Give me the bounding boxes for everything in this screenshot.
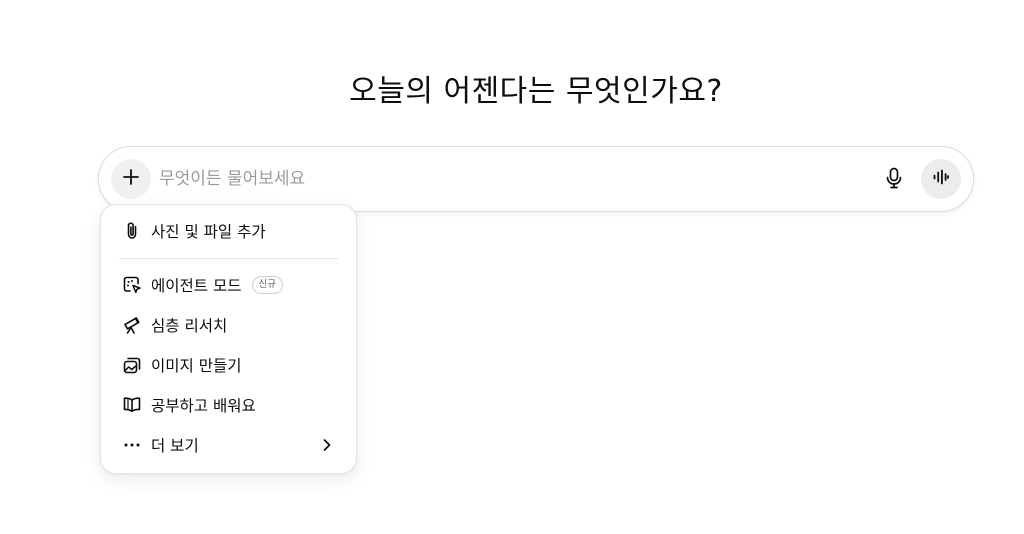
menu-item-study-and-learn[interactable]: 공부하고 배워요 [107, 385, 350, 425]
attach-menu: 사진 및 파일 추가 에이전트 모드 신규 심층 리서치 이미지 만들기 공부하… [100, 204, 357, 474]
menu-item-add-photos-files[interactable]: 사진 및 파일 추가 [107, 211, 350, 251]
attach-button[interactable] [111, 159, 151, 199]
menu-item-deep-research[interactable]: 심층 리서치 [107, 305, 350, 345]
prompt-input[interactable] [159, 163, 799, 195]
paperclip-icon [121, 220, 143, 242]
menu-item-more[interactable]: 더 보기 [107, 425, 350, 465]
menu-item-label: 이미지 만들기 [151, 357, 242, 375]
menu-item-create-image[interactable]: 이미지 만들기 [107, 345, 350, 385]
voice-waveform-icon [932, 168, 950, 190]
menu-item-label: 에이전트 모드 [151, 277, 242, 295]
menu-item-agent-mode[interactable]: 에이전트 모드 신규 [107, 265, 350, 305]
more-dots-icon [121, 434, 143, 456]
menu-divider [119, 258, 338, 259]
image-stack-icon [121, 354, 143, 376]
menu-item-label: 심층 리서치 [151, 317, 228, 335]
telescope-icon [121, 314, 143, 336]
new-badge: 신규 [251, 276, 283, 294]
page-title: 오늘의 어젠다는 무엇인가요? [349, 74, 723, 109]
voice-mode-button[interactable] [921, 159, 961, 199]
chevron-right-icon [318, 436, 336, 454]
page: 오늘의 어젠다는 무엇인가요? 무엇이든 물어보세요 사진 및 파일 추가 에이… [0, 0, 1024, 534]
menu-item-label: 공부하고 배워요 [151, 397, 256, 415]
dictate-button[interactable] [879, 165, 909, 195]
prompt-composer [98, 146, 974, 212]
agent-cursor-icon [121, 274, 143, 296]
menu-item-label: 더 보기 [151, 437, 199, 455]
plus-icon [121, 167, 141, 191]
microphone-icon [885, 167, 903, 193]
open-book-icon [121, 394, 143, 416]
menu-item-label: 사진 및 파일 추가 [151, 223, 266, 241]
